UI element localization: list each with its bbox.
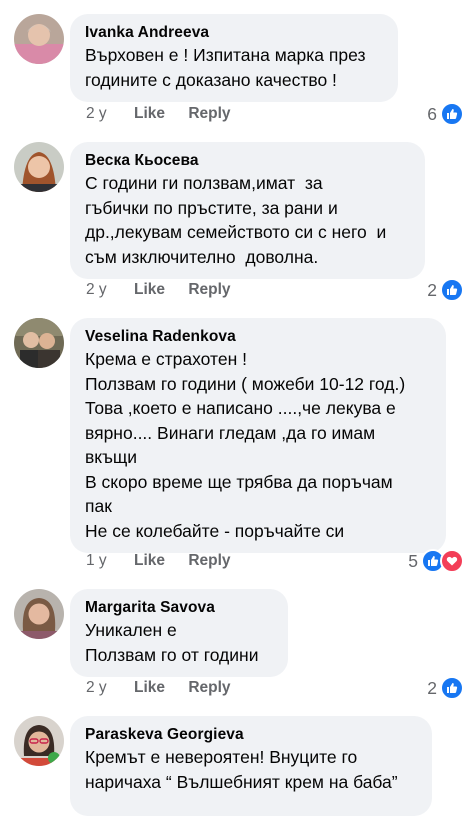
reply-button[interactable]: Reply	[188, 105, 230, 122]
reaction-count: 2	[427, 677, 437, 698]
comment-text-line: Ползвам го години ( можеби 10-12 год.)	[85, 373, 406, 394]
comment-text-line: Уникален е	[85, 620, 177, 640]
comment-actions: 2 y Like Reply	[86, 281, 250, 299]
comment-text-line: вкъщи	[85, 447, 138, 467]
like-button[interactable]: Like	[134, 281, 165, 298]
comment-text-line: С години ги ползвам,имат за	[85, 173, 323, 193]
comment-bubble: Veselina Radenkova Крема е страхотен ! П…	[70, 318, 446, 553]
comment-text-line: съм изключително доволна.	[85, 246, 319, 267]
like-button[interactable]: Like	[134, 679, 165, 696]
comment-author[interactable]: Веска Кьосева	[85, 151, 409, 171]
avatar[interactable]	[14, 142, 64, 192]
comment-timestamp[interactable]: 2 y	[86, 105, 107, 122]
comment-text-line: пак	[85, 496, 112, 516]
comment-bubble: Paraskeva Georgieva Кремът е невероятен!…	[70, 716, 432, 816]
comment-text-line: вярно.... Винаги гледам ,да го имам	[85, 422, 376, 443]
comment-text-line: наричаха “ Вълшебният крем на баба”	[85, 771, 398, 792]
comment-timestamp[interactable]: 1 y	[86, 552, 107, 569]
comment-bubble: Веска Кьосева С години ги ползвам,имат з…	[70, 142, 425, 279]
reactions-summary[interactable]: 2	[427, 278, 464, 302]
comment-actions: 2 y Like Reply	[86, 679, 250, 697]
comment-author[interactable]: Paraskeva Georgieva	[85, 725, 416, 745]
reaction-count: 2	[427, 279, 437, 300]
comment-text-line: Ползвам го от години	[85, 644, 259, 665]
comment-text-line: Кремът е невероятен! Внуците го	[85, 747, 358, 767]
comment-actions: 2 y Like Reply	[86, 105, 250, 123]
like-reaction-icon	[440, 278, 464, 302]
avatar[interactable]	[14, 716, 64, 766]
comment-text-line: Това ,което е написано ....,че лекува е	[85, 398, 396, 418]
avatar[interactable]	[14, 318, 64, 368]
comment-text-line: гъбички по пръстите, за рани и	[85, 197, 338, 218]
comment-timestamp[interactable]: 2 y	[86, 281, 107, 298]
comment-text-line: годините с доказано качество !	[85, 69, 337, 90]
like-reaction-icon	[440, 102, 464, 126]
comment-author[interactable]: Margarita Savova	[85, 598, 272, 618]
reaction-count: 5	[408, 550, 418, 571]
reply-button[interactable]: Reply	[188, 552, 230, 569]
reaction-count: 6	[427, 103, 437, 124]
comment-text-line: Не се колебайте - поръчайте си	[85, 520, 345, 541]
reactions-summary[interactable]: 6	[427, 102, 464, 126]
comment-author[interactable]: Veselina Radenkova	[85, 327, 430, 347]
comment-text-line: др.,лекувам семейството си с него и	[85, 222, 387, 242]
comment-author[interactable]: Ivanka Andreeva	[85, 23, 382, 43]
like-reaction-icon	[440, 676, 464, 700]
comment-text-line: Крема е страхотен !	[85, 349, 247, 369]
reply-button[interactable]: Reply	[188, 281, 230, 298]
love-reaction-icon	[440, 549, 464, 573]
like-button[interactable]: Like	[134, 105, 165, 122]
comment-bubble: Margarita Savova Уникален е Ползвам го о…	[70, 589, 288, 677]
avatar[interactable]	[14, 14, 64, 64]
reactions-summary[interactable]: 2	[427, 676, 464, 700]
comment-actions: 1 y Like Reply	[86, 552, 250, 570]
like-button[interactable]: Like	[134, 552, 165, 569]
comment-timestamp[interactable]: 2 y	[86, 679, 107, 696]
comment-text-line: В скоро време ще трябва да поръчам	[85, 471, 393, 492]
reactions-summary[interactable]: 5	[408, 549, 464, 573]
comment-text-line: Върховен е ! Изпитана марка през	[85, 45, 366, 65]
avatar[interactable]	[14, 589, 64, 639]
reply-button[interactable]: Reply	[188, 679, 230, 696]
comment-bubble: Ivanka Andreeva Върховен е ! Изпитана ма…	[70, 14, 398, 102]
